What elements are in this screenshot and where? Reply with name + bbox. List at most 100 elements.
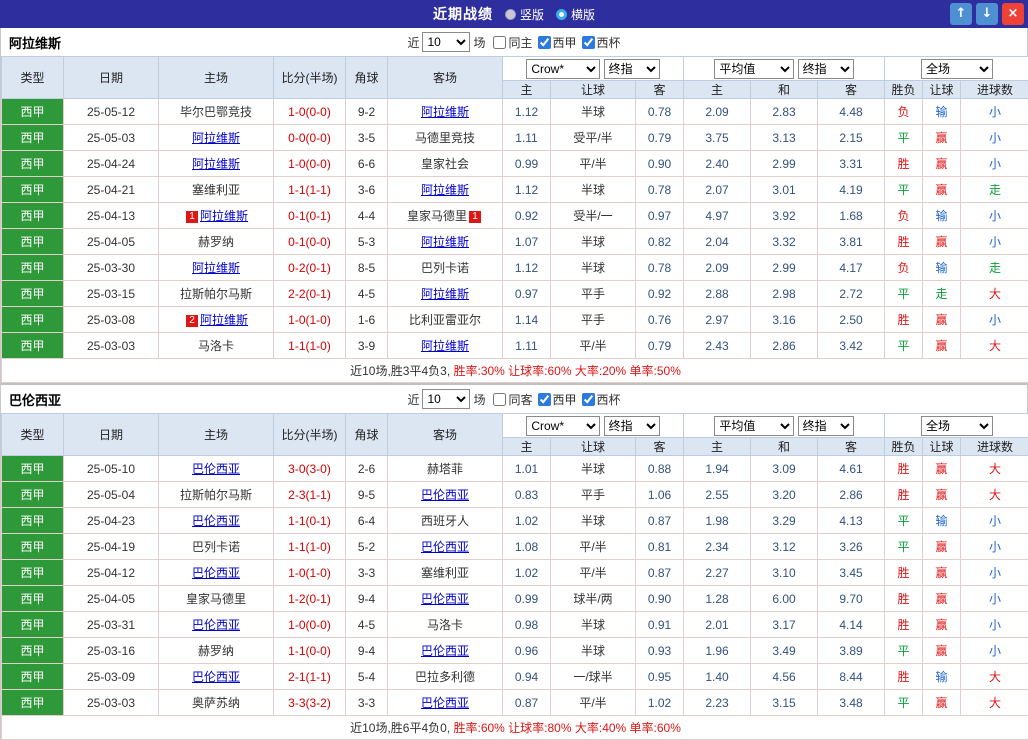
europe-away-odds: 4.61: [818, 456, 885, 482]
cup-checkbox[interactable]: 西杯: [580, 391, 621, 408]
asia-odds-time-select[interactable]: 终指: [604, 416, 660, 436]
corner-score: 3-6: [346, 177, 388, 203]
outcome-cell: 平: [885, 638, 923, 664]
recent-count-select[interactable]: 10: [422, 389, 470, 409]
summary-row: 近10场,胜3平4负3, 胜率:30% 让球率:60% 大率:20% 单率:50…: [2, 359, 1028, 383]
home-team-cell: 毕尔巴鄂竞技: [159, 99, 274, 125]
card-badge: 1: [469, 211, 481, 223]
corner-score: 8-5: [346, 255, 388, 281]
away-team-cell: 阿拉维斯: [388, 333, 503, 359]
asia-away-odds: 0.95: [636, 664, 684, 690]
home-team-name[interactable]: 阿拉维斯: [192, 131, 240, 145]
home-team-name[interactable]: 巴伦西亚: [192, 514, 240, 528]
league-badge: 西甲: [2, 534, 64, 560]
europe-odds-time-select[interactable]: 终指: [798, 59, 854, 79]
handicap-result-cell: 赢: [923, 482, 961, 508]
away-team-name[interactable]: 巴伦西亚: [421, 644, 469, 658]
league-input[interactable]: [538, 393, 551, 406]
handicap-result-cell: 走: [923, 281, 961, 307]
layout-radio-horizontal[interactable]: 横版: [556, 6, 595, 23]
handicap-result-cell: 赢: [923, 333, 961, 359]
match-date: 25-03-15: [64, 281, 159, 307]
match-row: 西甲25-05-10巴伦西亚3-0(3-0)2-6赫塔菲1.01半球0.881.…: [2, 456, 1028, 482]
asia-handicap: 平/半: [551, 333, 636, 359]
home-team-name[interactable]: 阿拉维斯: [200, 209, 248, 223]
company-select[interactable]: Crow*: [526, 59, 600, 79]
home-team-name[interactable]: 阿拉维斯: [192, 157, 240, 171]
outcome-cell: 胜: [885, 612, 923, 638]
away-team-name[interactable]: 巴伦西亚: [421, 488, 469, 502]
league-input[interactable]: [538, 36, 551, 49]
away-team-name[interactable]: 阿拉维斯: [421, 183, 469, 197]
home-team-name[interactable]: 巴伦西亚: [192, 618, 240, 632]
away-team-name[interactable]: 巴伦西亚: [421, 540, 469, 554]
home-team-cell: 1阿拉维斯: [159, 203, 274, 229]
corner-score: 4-5: [346, 281, 388, 307]
away-team-name[interactable]: 阿拉维斯: [421, 105, 469, 119]
match-row: 西甲25-03-16赫罗纳1-1(0-0)9-4巴伦西亚0.96半球0.931.…: [2, 638, 1028, 664]
summary-record: 近10场,胜3平4负3,: [350, 364, 453, 378]
match-score: 3-0(3-0): [274, 456, 346, 482]
asia-home-odds: 0.97: [503, 281, 551, 307]
home-team-name[interactable]: 巴伦西亚: [192, 566, 240, 580]
away-team-name[interactable]: 阿拉维斯: [421, 287, 469, 301]
radio-icon[interactable]: [556, 9, 567, 20]
away-team-name[interactable]: 阿拉维斯: [421, 339, 469, 353]
asia-away-odds: 1.06: [636, 482, 684, 508]
same-venue-input[interactable]: [493, 393, 506, 406]
radio-icon[interactable]: [505, 9, 516, 20]
recent-count-select[interactable]: 10: [422, 32, 470, 52]
corner-score: 3-3: [346, 560, 388, 586]
asia-away-odds: 0.82: [636, 229, 684, 255]
away-team-cell: 塞维利亚: [388, 560, 503, 586]
home-team-name[interactable]: 巴伦西亚: [192, 670, 240, 684]
home-team-name[interactable]: 阿拉维斯: [200, 313, 248, 327]
league-badge: 西甲: [2, 508, 64, 534]
europe-home-odds: 2.55: [684, 482, 751, 508]
away-team-name[interactable]: 阿拉维斯: [421, 235, 469, 249]
europe-average-select[interactable]: 平均值: [714, 59, 794, 79]
league-badge: 西甲: [2, 560, 64, 586]
col-header-away: 客场: [388, 57, 503, 99]
same-venue-checkbox[interactable]: 同主: [488, 34, 532, 51]
home-team-name[interactable]: 阿拉维斯: [192, 261, 240, 275]
section-header: 巴伦西亚 近 10 场 同客 西甲 西杯: [1, 385, 1027, 413]
same-venue-input[interactable]: [493, 36, 506, 49]
company-select[interactable]: Crow*: [526, 416, 600, 436]
goals-result-cell: 大: [961, 333, 1028, 359]
summary-row: 近10场,胜6平4负0, 胜率:60% 让球率:80% 大率:40% 单率:60…: [2, 716, 1028, 740]
league-checkbox[interactable]: 西甲: [536, 391, 577, 408]
away-team-cell: 巴伦西亚: [388, 482, 503, 508]
asia-odds-time-select[interactable]: 终指: [604, 59, 660, 79]
same-venue-checkbox[interactable]: 同客: [488, 391, 532, 408]
scope-select[interactable]: 全场: [921, 416, 993, 436]
scope-select[interactable]: 全场: [921, 59, 993, 79]
col-header-asia-home: 主: [503, 438, 551, 456]
match-score: 1-1(1-0): [274, 333, 346, 359]
league-badge: 西甲: [2, 177, 64, 203]
col-header-asia-handicap: 让球: [551, 81, 636, 99]
cup-checkbox[interactable]: 西杯: [580, 34, 621, 51]
handicap-result-cell: 赢: [923, 151, 961, 177]
europe-odds-time-select[interactable]: 终指: [798, 416, 854, 436]
cup-input[interactable]: [582, 393, 595, 406]
goals-result-cell: 小: [961, 99, 1028, 125]
match-row: 西甲25-04-19巴列卡诺1-1(1-0)5-2巴伦西亚1.08平/半0.81…: [2, 534, 1028, 560]
corner-score: 1-6: [346, 307, 388, 333]
layout-radio-vertical[interactable]: 竖版: [505, 6, 544, 23]
move-down-button[interactable]: ↓: [976, 3, 998, 25]
near-label: 近: [407, 391, 419, 408]
cup-input[interactable]: [582, 36, 595, 49]
home-team-name[interactable]: 巴伦西亚: [192, 462, 240, 476]
league-badge: 西甲: [2, 99, 64, 125]
match-date: 25-05-10: [64, 456, 159, 482]
match-date: 25-05-04: [64, 482, 159, 508]
same-venue-label: 同客: [508, 391, 532, 408]
close-button[interactable]: ×: [1002, 3, 1024, 25]
asia-handicap: 受半/一: [551, 203, 636, 229]
league-checkbox[interactable]: 西甲: [536, 34, 577, 51]
move-up-button[interactable]: ↑: [950, 3, 972, 25]
away-team-name[interactable]: 巴伦西亚: [421, 592, 469, 606]
europe-average-select[interactable]: 平均值: [714, 416, 794, 436]
away-team-name[interactable]: 巴伦西亚: [421, 696, 469, 710]
